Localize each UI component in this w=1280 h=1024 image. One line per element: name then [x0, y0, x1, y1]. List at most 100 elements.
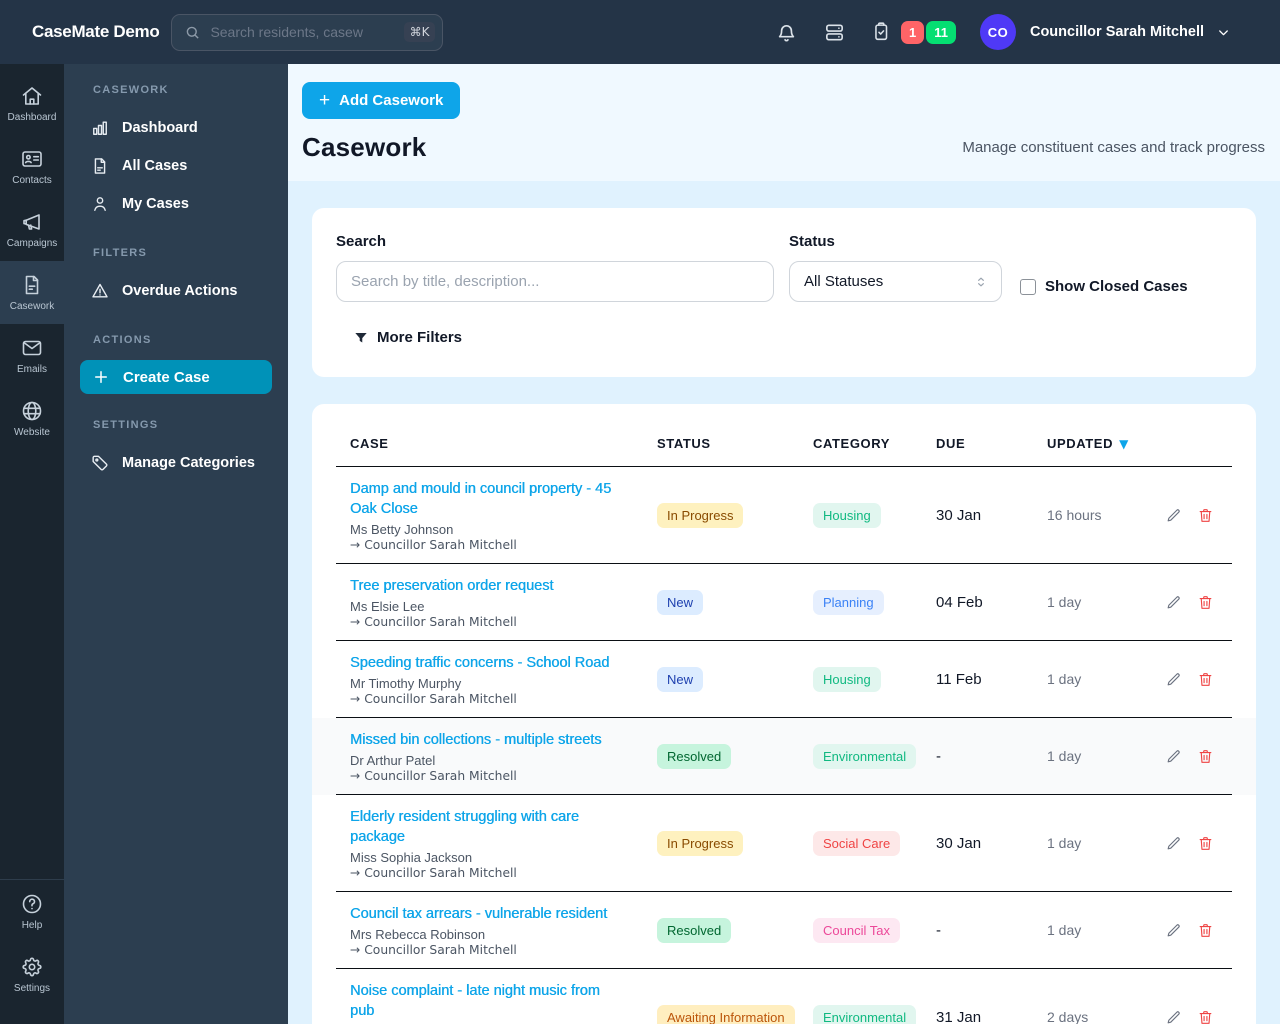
col-case[interactable]: CASE — [336, 404, 657, 467]
delete-case-button[interactable] — [1197, 835, 1214, 852]
tag-icon — [92, 455, 108, 471]
filter-card: Search Search by title, description... S… — [312, 208, 1256, 377]
id-card-icon — [22, 151, 42, 167]
case-assigned: → Councillor Sarah Mitchell — [350, 692, 517, 706]
chevron-down-icon — [1219, 29, 1228, 35]
case-row: Speeding traffic concerns - School Road … — [336, 640, 1232, 718]
delete-case-button[interactable] — [1197, 671, 1214, 688]
overdue-count-badge[interactable]: 1 — [900, 20, 925, 44]
table-header-row: CASE STATUS CATEGORY DUE UPDATED ▼ — [336, 404, 1232, 467]
edit-case-button[interactable] — [1165, 922, 1182, 939]
add-casework-button[interactable]: + Add Casework — [302, 82, 461, 119]
status-badge: Awaiting Information — [657, 1004, 795, 1024]
more-filters-button[interactable]: More Filters — [353, 329, 1232, 346]
case-row: Noise complaint - late night music from … — [336, 968, 1232, 1024]
case-title-link[interactable]: Council tax arrears - vulnerable residen… — [350, 904, 626, 924]
panel-item-all-cases[interactable]: All Cases — [80, 148, 272, 184]
case-title-link[interactable]: Noise complaint - late night music from … — [350, 981, 626, 1021]
icon-rail: Dashboard Contacts Campaigns Casework Em… — [0, 64, 64, 1024]
delete-case-button[interactable] — [1197, 748, 1214, 765]
col-due[interactable]: DUE — [936, 404, 1047, 467]
case-title-link[interactable]: Missed bin collections - multiple street… — [350, 730, 626, 750]
case-title-link[interactable]: Speeding traffic concerns - School Road — [350, 653, 626, 673]
case-assigned: → Councillor Sarah Mitchell — [350, 538, 517, 552]
edit-case-button[interactable] — [1165, 1009, 1182, 1024]
show-closed-checkbox[interactable] — [1020, 278, 1036, 295]
home-icon — [22, 87, 42, 105]
rail-item-contacts[interactable]: Contacts — [0, 135, 64, 198]
case-updated: 2 days — [1047, 968, 1165, 1024]
edit-case-button[interactable] — [1165, 748, 1182, 765]
edit-case-button[interactable] — [1165, 835, 1182, 852]
rail-item-help[interactable]: Help — [0, 880, 64, 943]
user-menu-button[interactable] — [1216, 25, 1231, 40]
create-case-button[interactable]: Create Case — [80, 360, 272, 394]
case-due: 11 Feb — [936, 640, 1047, 718]
status-badge: New — [657, 589, 704, 615]
notifications-button[interactable] — [774, 20, 799, 45]
rail-item-emails[interactable]: Emails — [0, 324, 64, 387]
delete-case-button[interactable] — [1197, 922, 1214, 939]
status-badge: Resolved — [657, 917, 732, 943]
edit-case-button[interactable] — [1165, 671, 1182, 688]
pencil-icon — [1167, 508, 1180, 521]
rail-item-dashboard[interactable]: Dashboard — [0, 72, 64, 135]
col-status[interactable]: STATUS — [657, 404, 813, 467]
col-category[interactable]: CATEGORY — [813, 404, 936, 467]
case-assigned: → Councillor Sarah Mitchell — [350, 615, 517, 629]
rail-item-settings[interactable]: Settings — [0, 943, 64, 1006]
page-title: Casework — [302, 132, 427, 162]
case-row: Damp and mould in council property - 45 … — [336, 466, 1232, 564]
category-badge: Planning — [813, 589, 884, 615]
col-updated[interactable]: UPDATED ▼ — [1047, 404, 1165, 467]
case-updated: 1 day — [1047, 717, 1165, 795]
case-updated: 1 day — [1047, 640, 1165, 718]
delete-case-button[interactable] — [1197, 594, 1214, 611]
delete-case-button[interactable] — [1197, 1009, 1214, 1024]
panel-section-casework: CASEWORK — [93, 84, 169, 96]
category-badge: Housing — [813, 502, 881, 528]
case-title-link[interactable]: Tree preservation order request — [350, 576, 626, 596]
case-title-link[interactable]: Elderly resident struggling with care pa… — [350, 807, 626, 847]
content-area: Search Search by title, description... S… — [288, 181, 1280, 1024]
case-contact: Dr Arthur Patel — [350, 753, 436, 768]
user-name[interactable]: Councillor Sarah Mitchell — [1030, 24, 1204, 40]
global-search-input[interactable]: Search residents, casew ⌘K — [171, 13, 444, 51]
delete-case-button[interactable] — [1197, 507, 1214, 524]
case-row: Tree preservation order request Ms Elsie… — [336, 563, 1232, 641]
rail-item-website[interactable]: Website — [0, 387, 64, 450]
select-chevrons-icon — [978, 277, 984, 286]
cases-table: CASE STATUS CATEGORY DUE UPDATED ▼ Damp a… — [336, 404, 1232, 1024]
sort-desc-icon: ▼ — [1119, 437, 1129, 451]
megaphone-icon — [23, 214, 40, 230]
edit-case-button[interactable] — [1165, 507, 1182, 524]
panel-item-dashboard[interactable]: Dashboard — [80, 110, 272, 146]
trash-icon — [1199, 672, 1212, 686]
globe-icon — [22, 401, 42, 421]
rail-item-casework[interactable]: Casework — [0, 261, 64, 324]
warning-triangle-icon — [92, 283, 108, 298]
open-count-badge[interactable]: 11 — [926, 20, 956, 44]
envelope-icon — [22, 340, 42, 356]
search-filter-placeholder: Search by title, description... — [351, 273, 540, 290]
panel-item-my-cases[interactable]: My Cases — [80, 186, 272, 222]
case-contact: Mr Timothy Murphy — [350, 676, 462, 691]
category-badge: Environmental — [813, 1004, 917, 1024]
search-filter-input[interactable]: Search by title, description... — [336, 261, 774, 302]
status-filter-select[interactable]: All Statuses — [789, 261, 1002, 302]
case-title-link[interactable]: Damp and mould in council property - 45 … — [350, 479, 626, 519]
tasks-button[interactable] — [870, 21, 892, 43]
help-circle-icon — [22, 894, 42, 914]
search-shortcut-badge: ⌘K — [403, 22, 436, 42]
document-icon — [25, 275, 39, 295]
avatar[interactable]: CO — [979, 14, 1016, 50]
panel-item-manage-categories[interactable]: Manage Categories — [80, 445, 272, 481]
panel-item-overdue-actions[interactable]: Overdue Actions — [80, 273, 272, 309]
rail-item-campaigns[interactable]: Campaigns — [0, 198, 64, 261]
trash-icon — [1199, 1010, 1212, 1024]
panel-section-actions: ACTIONS — [93, 334, 152, 346]
pencil-icon — [1167, 1010, 1180, 1023]
edit-case-button[interactable] — [1165, 594, 1182, 611]
case-contact: Mrs Rebecca Robinson — [350, 927, 486, 942]
server-status-button[interactable] — [823, 21, 846, 44]
